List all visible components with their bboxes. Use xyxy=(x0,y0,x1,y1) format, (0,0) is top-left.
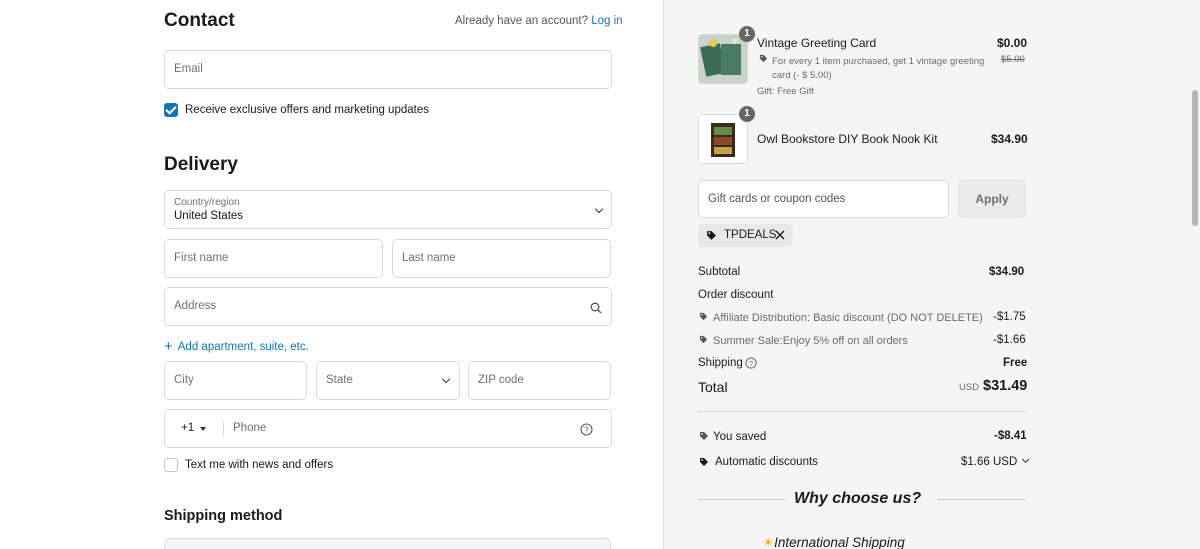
phone-divider xyxy=(223,421,224,437)
coupon-input[interactable]: Gift cards or coupon codes xyxy=(698,180,949,218)
promo-line-1: For every 1 item purchased, get 1 vintag… xyxy=(772,56,985,67)
you-saved-value: -$8.41 xyxy=(994,430,1027,442)
last-name-field[interactable]: Last name xyxy=(392,239,611,278)
promo-description: For every 1 item purchased, get 1 vintag… xyxy=(772,55,984,83)
state-placeholder: State xyxy=(326,374,353,386)
phone-country-code[interactable]: +1 xyxy=(181,422,194,434)
why-divider-left xyxy=(698,499,786,500)
coupon-placeholder: Gift cards or coupon codes xyxy=(708,193,846,205)
country-select[interactable]: Country/region United States xyxy=(164,190,612,229)
plus-icon: + xyxy=(164,338,173,355)
subtotal-value: $34.90 xyxy=(989,266,1025,278)
phone-placeholder: Phone xyxy=(233,422,267,434)
caret-down-icon xyxy=(200,427,206,431)
search-icon xyxy=(590,302,602,314)
book-nook-image xyxy=(699,115,747,163)
login-link[interactable]: Log in xyxy=(591,15,622,27)
applied-code: TPDEALS xyxy=(724,229,777,241)
greeting-card-image xyxy=(699,35,747,83)
zip-field[interactable]: ZIP code xyxy=(468,361,611,400)
total-value: $31.49 xyxy=(983,378,1028,394)
applied-code-chip: TPDEALS xyxy=(698,224,793,247)
tag-icon xyxy=(699,312,708,321)
marketing-checkbox[interactable] xyxy=(164,103,178,117)
email-field[interactable]: Email xyxy=(164,50,612,89)
zip-placeholder: ZIP code xyxy=(478,374,524,386)
have-account-text: Already have an account? xyxy=(455,15,588,27)
last-name-placeholder: Last name xyxy=(402,252,456,264)
address-field[interactable]: Address xyxy=(164,287,612,326)
quantity-badge: 1 xyxy=(739,26,755,42)
tag-icon xyxy=(700,432,708,440)
subtotal-label: Subtotal xyxy=(698,266,741,278)
product-thumbnail: 1 xyxy=(698,106,755,164)
discount-value: -$1.66 xyxy=(993,334,1026,346)
tag-icon xyxy=(707,231,716,240)
shipping-method-heading: Shipping method xyxy=(164,508,283,524)
total-label: Total xyxy=(698,379,728,395)
shipping-value: Free xyxy=(1003,357,1028,369)
discount-value: -$1.75 xyxy=(993,311,1026,323)
scrollbar-thumb[interactable] xyxy=(1192,90,1198,226)
product-name: Vintage Greeting Card xyxy=(757,36,877,50)
gift-label: Gift: Free Gift xyxy=(757,86,815,97)
country-label: Country/region xyxy=(174,197,240,208)
add-apartment-label: Add apartment, suite, etc. xyxy=(177,341,309,353)
product-thumbnail: 1 xyxy=(698,26,755,84)
tag-icon xyxy=(759,54,768,63)
tag-icon xyxy=(699,335,708,344)
discount-label: Affiliate Distribution: Basic discount (… xyxy=(713,312,983,324)
why-divider-right xyxy=(937,499,1025,500)
add-apartment-link[interactable]: + Add apartment, suite, etc. xyxy=(164,337,309,355)
help-icon[interactable]: ? xyxy=(580,423,593,436)
chevron-down-icon xyxy=(1022,455,1030,464)
first-name-field[interactable]: First name xyxy=(164,239,383,278)
city-placeholder: City xyxy=(174,374,194,386)
close-icon[interactable] xyxy=(775,230,785,240)
marketing-label: Receive exclusive offers and marketing u… xyxy=(185,104,429,116)
order-summary: 1 Vintage Greeting Card $0.00 For every … xyxy=(663,0,1200,549)
shipping-method-box xyxy=(164,538,611,549)
address-placeholder: Address xyxy=(174,300,217,312)
city-field[interactable]: City xyxy=(164,361,307,400)
auto-discounts-label: Automatic discounts xyxy=(715,456,818,468)
sun-icon: ☀ xyxy=(762,535,775,549)
text-me-checkbox[interactable] xyxy=(164,458,178,472)
currency-code: USD xyxy=(959,382,980,393)
order-discount-label: Order discount xyxy=(698,289,774,301)
svg-text:?: ? xyxy=(749,359,753,368)
auto-discounts-toggle[interactable]: $1.66 USD xyxy=(961,455,1030,468)
product-price: $0.00 xyxy=(997,36,1028,50)
original-price: $5.00 xyxy=(1001,54,1025,65)
svg-text:?: ? xyxy=(584,426,589,435)
help-icon[interactable]: ? xyxy=(745,357,757,369)
promo-line-2: card (- $ 5.00) xyxy=(772,70,832,81)
login-prompt: Already have an account? Log in xyxy=(455,15,623,27)
state-select[interactable]: State xyxy=(316,361,460,400)
shipping-label: Shipping xyxy=(698,357,743,369)
summary-divider xyxy=(698,411,1025,412)
checkout-form: Contact Already have an account? Log in … xyxy=(0,0,663,549)
quantity-badge: 1 xyxy=(739,106,755,122)
discount-label: Summer Sale:Enjoy 5% off on all orders xyxy=(713,335,908,347)
product-price: $34.90 xyxy=(991,132,1028,146)
international-shipping: ☀International Shipping xyxy=(762,535,905,549)
auto-discounts-value: $1.66 USD xyxy=(961,456,1018,468)
email-placeholder: Email xyxy=(174,63,203,75)
delivery-heading: Delivery xyxy=(164,154,238,175)
why-choose-heading: Why choose us? xyxy=(794,490,922,507)
chevron-down-icon xyxy=(441,374,451,384)
chevron-down-icon xyxy=(594,204,604,214)
text-me-label: Text me with news and offers xyxy=(185,459,334,471)
phone-field[interactable]: +1 Phone ? xyxy=(164,409,612,448)
country-value: United States xyxy=(174,210,244,222)
contact-heading: Contact xyxy=(164,10,235,31)
apply-button[interactable]: Apply xyxy=(958,180,1026,218)
tag-icon xyxy=(700,458,708,466)
product-name: Owl Bookstore DIY Book Nook Kit xyxy=(757,132,938,146)
international-shipping-label: International Shipping xyxy=(774,535,905,549)
first-name-placeholder: First name xyxy=(174,252,229,264)
you-saved-label: You saved xyxy=(713,431,767,443)
